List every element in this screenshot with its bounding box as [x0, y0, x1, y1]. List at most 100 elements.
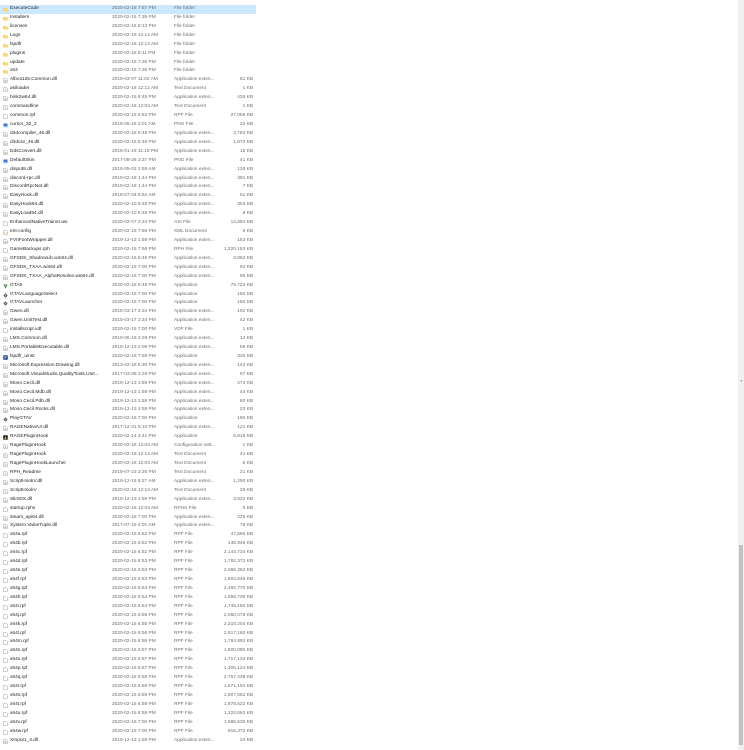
file-row[interactable]: startup.rphs 2020-02-16 12:03 AM RPHS File…: [0, 505, 256, 514]
file-type: Application exten...: [174, 184, 215, 190]
file-size: 160 KB: [237, 300, 253, 306]
file-row[interactable]: cursor_32_2 2015-05-18 2:01 AM PNG File 22 …: [0, 121, 256, 130]
file-row[interactable]: GFSDK_TXAA.win64.dll 2020-02-15 7:00 PM Ap…: [0, 264, 256, 273]
file-date-modified: 2019-12-13 1:59 PM: [112, 398, 156, 404]
file-row[interactable]: Mono.Cecil.Mdb.dll 2019-12-13 1:59 PM Appl…: [0, 389, 256, 398]
file-size: 2,066,362 KB: [223, 568, 253, 574]
file-row[interactable]: GameBackups.rph 2020-02-15 7:56 PM RPH Fil…: [0, 246, 256, 255]
file-row[interactable]: GFSDK_ShadowLib.win64.dll 2020-02-15 6:45…: [0, 255, 256, 264]
file-row[interactable]: x64u.rpf 2020-02-15 6:59 PM RPF File 1,322,…: [0, 710, 256, 719]
file-row[interactable]: d3dcsx_46.dll 2020-02-15 6:45 PM Applicati…: [0, 139, 256, 148]
file-row[interactable]: x64s.rpf 2020-02-15 6:59 PM RPF File 1,607,…: [0, 692, 256, 701]
file-row[interactable]: Installers 2020-02-15 7:35 PM File folder: [0, 14, 256, 23]
file-row[interactable]: Mono.Cecil.Rocks.dll 2019-12-13 1:59 PM Ap…: [0, 406, 256, 415]
file-row[interactable]: LMS.PortableExecutable.dll 2019-12-13 2:0…: [0, 344, 256, 353]
file-row[interactable]: ScriptHookV 2020-02-16 12:13 AM Text Docum…: [0, 487, 256, 496]
file-row[interactable]: x64d.rpf 2020-02-15 6:53 PM RPF File 1,762,…: [0, 558, 256, 567]
file-row[interactable]: SlimDX.dll 2019-12-13 1:59 PM Application …: [0, 496, 256, 505]
file-name: GFSDK_TXAA.win64.dll: [10, 264, 62, 270]
file-row[interactable]: x64t.rpf 2020-02-15 6:59 PM RPF File 1,878,…: [0, 701, 256, 710]
file-row[interactable]: ScriptHookV.dll 2019-12-16 6:27 AM Applica…: [0, 478, 256, 487]
file-row[interactable]: EasyHook64.dll 2020-02-10 6:48 PM Applicat…: [0, 201, 256, 210]
file-row[interactable]: GFSDK_TXAA_AlphaResolve.win64.dll 2020-02…: [0, 273, 256, 282]
file-row[interactable]: RagePluginHook 2020-02-16 12:03 AM Configu…: [0, 442, 256, 451]
file-row[interactable]: x64n.rpf 2020-02-15 6:57 PM RPF File 1,600,…: [0, 647, 256, 656]
file-row[interactable]: ent-config 2020-02-15 7:56 PM XML Document…: [0, 228, 256, 237]
file-row[interactable]: x64f.rpf 2020-02-15 6:53 PM RPF File 1,804,…: [0, 576, 256, 585]
file-date-modified: 2015-03-17 2:34 PM: [112, 318, 156, 324]
file-row[interactable]: x64r.rpf 2020-02-15 6:58 PM RPF File 1,671,…: [0, 683, 256, 692]
file-row[interactable]: PlayGTAV 2020-02-15 7:00 PM Application 160…: [0, 415, 256, 424]
file-row[interactable]: lspdfr_uinst 2020-02-15 7:59 PM Applicatio…: [0, 353, 256, 362]
file-row[interactable]: x64k.rpf 2020-02-15 6:55 PM RPF File 2,310,…: [0, 621, 256, 630]
file-row[interactable]: x64j.rpf 2020-02-15 6:55 PM RPF File 2,060,…: [0, 612, 256, 621]
file-row[interactable]: DefaultSkin 2017-08-26 3:37 PM PNG File 41 …: [0, 157, 256, 166]
file-type: RPF File: [174, 594, 193, 600]
file-row[interactable]: x64w.rpf 2020-02-15 7:00 PM RPF File 915,37…: [0, 728, 256, 737]
file-row[interactable]: lspdfr 2020-02-16 12:14 AM File folder: [0, 41, 256, 50]
file-row[interactable]: EasyHook.dll 2018-07-04 8:52 AM Applicatio…: [0, 192, 256, 201]
file-row[interactable]: DiscordRpcNet.dll 2019-02-18 1:44 PM Appli…: [0, 183, 256, 192]
file-icon: [3, 631, 8, 637]
scroll-chevron-down-icon[interactable]: ˅: [740, 380, 743, 387]
file-row[interactable]: Albo1125.Common.dll 2019-03-07 11:02 AM Ap…: [0, 76, 256, 85]
file-row[interactable]: x64b.rpf 2020-02-15 6:52 PM RPF File 145,94…: [0, 540, 256, 549]
file-date-modified: 2020-02-16 12:14 AM: [112, 452, 159, 458]
file-row[interactable]: x64i.rpf 2020-02-15 6:54 PM RPF File 1,745,…: [0, 603, 256, 612]
file-row[interactable]: x64e.rpf 2020-02-15 6:53 PM RPF File 2,066,…: [0, 567, 256, 576]
file-icon: [3, 328, 8, 334]
file-row[interactable]: FVIIFontWrapper.dll 2019-12-13 1:59 PM App…: [0, 237, 256, 246]
file-row[interactable]: x64p.rpf 2020-02-15 6:57 PM RPF File 1,305,…: [0, 665, 256, 674]
file-row[interactable]: ExecuteCode 2020-02-15 7:57 PM File folder: [0, 5, 256, 14]
file-row[interactable]: Logs 2020-02-16 12:12 AM File folder: [0, 32, 256, 41]
file-row[interactable]: DdsConvert.dll 2015-01-19 11:15 PM Applica…: [0, 148, 256, 157]
file-row[interactable]: Microsoft.Expression.Drawing.dll 2013-02-…: [0, 362, 256, 371]
file-row[interactable]: Gwen.dll 2015-03-17 2:34 PM Application ex…: [0, 308, 256, 317]
file-row[interactable]: x64m.rpf 2020-02-15 6:56 PM RPF File 1,764,…: [0, 638, 256, 647]
file-row[interactable]: Microsoft.VisualStudio.QualityTools.Unit…: [0, 371, 256, 380]
file-row[interactable]: plugins 2020-02-15 8:11 PM File folder: [0, 50, 256, 59]
file-row[interactable]: update 2020-02-15 7:35 PM File folder: [0, 59, 256, 68]
file-row[interactable]: discord-rpc.dll 2019-02-18 1:44 PM Applica…: [0, 175, 256, 184]
scrollbar-thumb[interactable]: [739, 545, 743, 745]
file-row[interactable]: EnhancedNativeTrainer.asi 2020-02-07 2:34…: [0, 219, 256, 228]
file-row[interactable]: d3dcompiler_46.dll 2020-02-15 6:45 PM Appl…: [0, 130, 256, 139]
file-row[interactable]: XInput1_4.dll 2019-12-13 1:59 PM Applicati…: [0, 737, 256, 746]
file-row[interactable]: installscript.vdf 2020-02-15 7:00 PM VDF F…: [0, 326, 256, 335]
file-row[interactable]: x64h.rpf 2020-02-15 6:54 PM RPF File 1,658,…: [0, 594, 256, 603]
file-row[interactable]: common.rpf 2020-02-15 6:52 PM RPF File 27,0…: [0, 112, 256, 121]
file-row[interactable]: x64l.rpf 2020-02-15 6:56 PM RPF File 2,517,…: [0, 630, 256, 639]
file-row[interactable]: x64q.rpf 2020-02-15 6:58 PM RPF File 2,757,…: [0, 674, 256, 683]
file-row[interactable]: licenses 2020-02-15 8:13 PM File folder: [0, 23, 256, 32]
file-row[interactable]: x64c.rpf 2020-02-15 6:52 PM RPF File 2,144,…: [0, 549, 256, 558]
file-row[interactable]: x64 2020-02-15 7:35 PM File folder: [0, 67, 256, 76]
file-row[interactable]: x64o.rpf 2020-02-15 6:57 PM RPF File 1,717,…: [0, 656, 256, 665]
file-row[interactable]: EasyLoad64.dll 2020-02-10 6:48 PM Applicat…: [0, 210, 256, 219]
file-row[interactable]: GTAVLanguageSelect 2020-02-15 7:00 PM Appl…: [0, 291, 256, 300]
file-row[interactable]: Mono.Cecil.Pdb.dll 2019-12-13 1:59 PM Appl…: [0, 398, 256, 407]
file-type: Application exten...: [174, 175, 215, 181]
file-row[interactable]: commandline 2020-02-16 12:03 AM Text Docum…: [0, 103, 256, 112]
file-row[interactable]: steam_api64.dll 2020-02-15 7:00 PM Applica…: [0, 514, 256, 523]
file-row[interactable]: Mono.Cecil.dll 2019-12-13 1:59 PM Applicat…: [0, 380, 256, 389]
vertical-scrollbar[interactable]: ˅: [738, 0, 744, 750]
file-row[interactable]: GTA5 2020-02-15 6:45 PM Application 75,723 …: [0, 282, 256, 291]
file-row[interactable]: RagePluginHook 2020-02-16 12:14 AM Text Do…: [0, 451, 256, 460]
file-row[interactable]: x64g.rpf 2020-02-15 6:54 PM RPF File 2,492,…: [0, 585, 256, 594]
file-row[interactable]: RagePluginHookLauncher 2020-02-16 12:03 A…: [0, 460, 256, 469]
file-row[interactable]: Gwen.UnitTest.dll 2015-03-17 2:34 PM Appli…: [0, 317, 256, 326]
file-row[interactable]: dinput8.dll 2015-05-02 1:59 AM Application…: [0, 166, 256, 175]
file-row[interactable]: RPH_Readme 2019-07-23 2:26 PM Text Documen…: [0, 469, 256, 478]
file-name: Mono.Cecil.Pdb.dll: [10, 398, 50, 404]
file-row[interactable]: asiloader 2020-02-16 12:12 AM Text Documen…: [0, 85, 256, 94]
file-row[interactable]: GTAVLauncher 2020-02-15 7:00 PM Applicatio…: [0, 299, 256, 308]
file-row[interactable]: bink2w64.dll 2020-02-15 6:45 PM Applicatio…: [0, 94, 256, 103]
file-row[interactable]: x64a.rpf 2020-02-15 6:52 PM RPF File 47,566…: [0, 531, 256, 540]
dll-icon: [3, 203, 8, 209]
file-row[interactable]: RAGENativeUI.dll 2017-12-31 5:10 PM Applic…: [0, 424, 256, 433]
file-row[interactable]: x64v.rpf 2020-02-15 7:00 PM RPF File 1,596,…: [0, 719, 256, 728]
file-date-modified: 2020-02-15 7:00 PM: [112, 514, 156, 520]
file-row[interactable]: RAGEPluginHook 2020-02-14 3:41 PM Applicat…: [0, 433, 256, 442]
file-row[interactable]: LMS.Common.dll 2019-06-19 2:29 PM Applicat…: [0, 335, 256, 344]
file-row[interactable]: System.ValueTuple.dll 2017-07-16 4:01 AM A…: [0, 522, 256, 531]
